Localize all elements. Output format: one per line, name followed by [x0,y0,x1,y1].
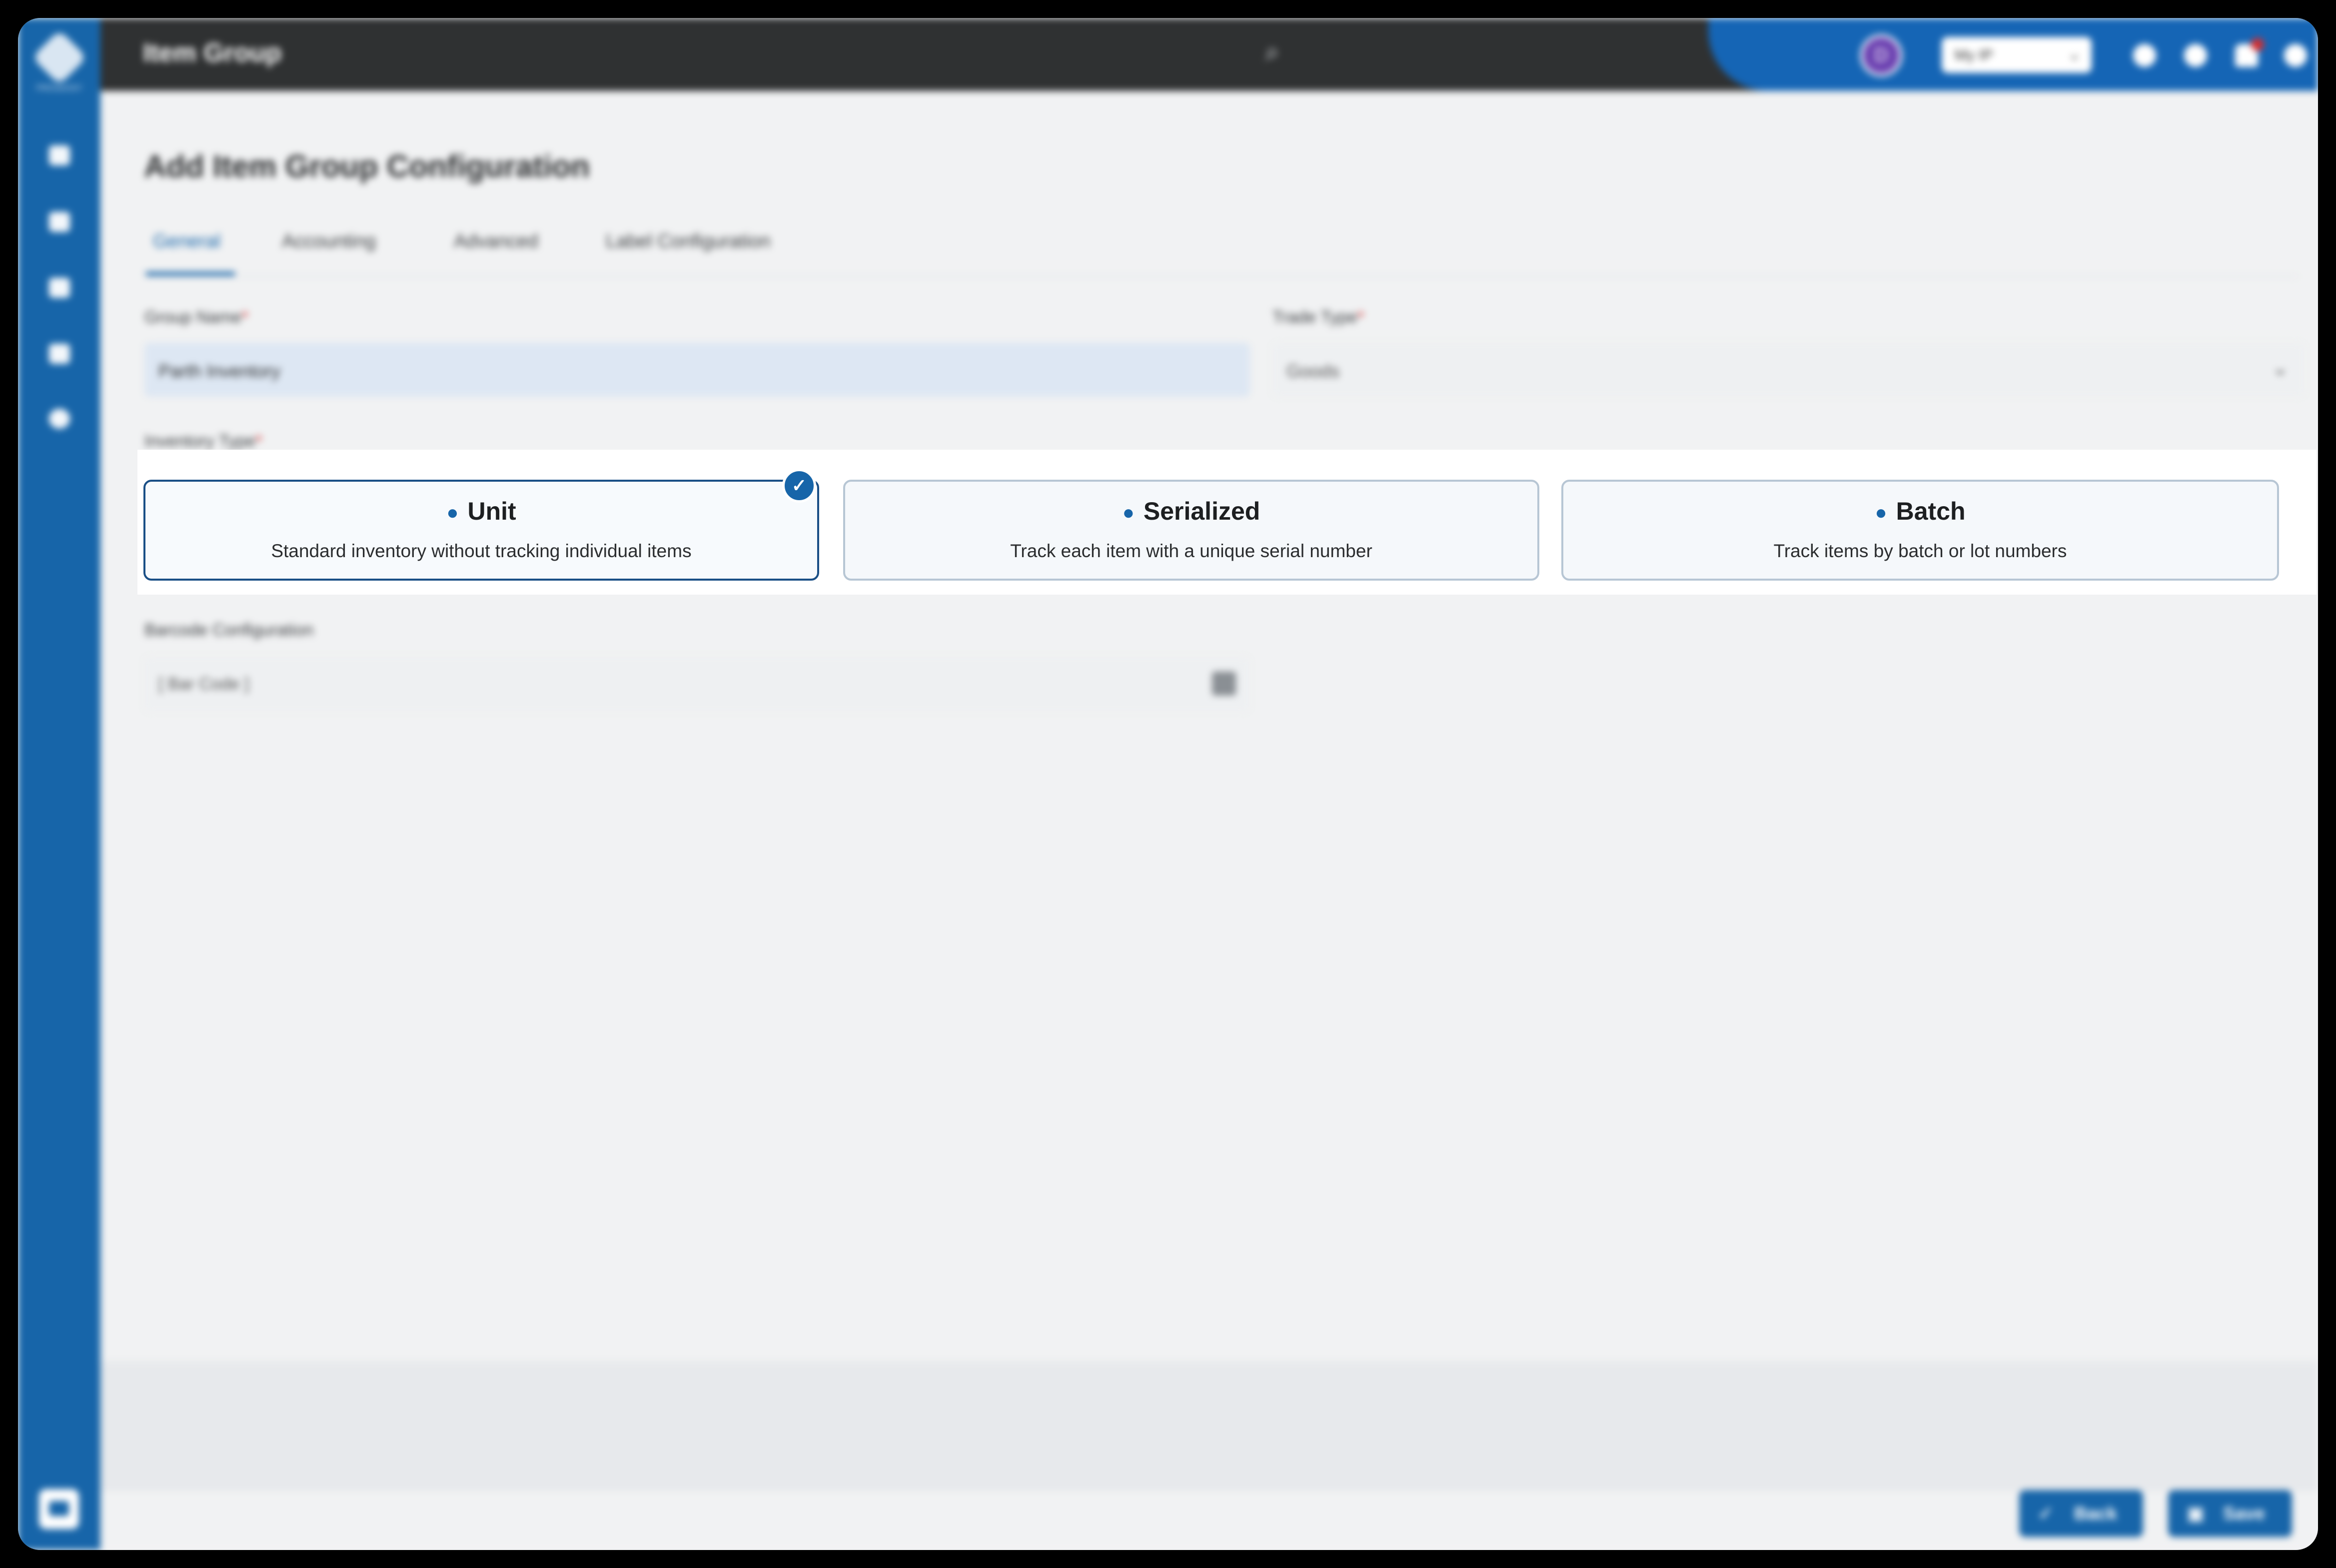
save-button-label: Save [2223,1503,2266,1524]
option-title: Batch [1896,497,1966,525]
group-name-value: Parth Inventory [158,361,281,381]
save-icon: ▣ [2187,1503,2205,1524]
barcode-input[interactable]: [ Bar Code ] [144,657,1250,712]
blurred-background: PRICEEASY Item Group ⌕ D My IP ⌄ Add Ite [18,18,2318,1550]
group-name-input[interactable]: Parth Inventory [144,343,1250,397]
back-button-label: Back [2074,1503,2118,1524]
top-bar: Item Group ⌕ D My IP ⌄ [100,18,2318,91]
module-title: Item Group [143,38,282,67]
inventory-type-label: Inventory Type* [144,432,262,451]
bullet-icon: ● [1122,502,1135,524]
branch-select[interactable]: My IP ⌄ [1942,37,2092,73]
option-description: Track each item with a unique serial num… [1010,541,1372,561]
chevron-down-icon: ⌄ [2272,357,2289,379]
footer-area [100,1361,2318,1550]
trade-type-value: Goods [1286,361,1340,381]
trade-type-label: Trade Type* [1272,308,1364,327]
chevron-down-icon: ⌄ [2068,46,2081,63]
inventory-option-unit[interactable]: ● Unit Standard inventory without trackin… [143,480,819,581]
app-logo[interactable]: PRICEEASY [31,29,87,93]
barcode-list-icon[interactable] [1212,672,1236,696]
sidebar: PRICEEASY [18,18,100,1550]
barcode-value: [ Bar Code ] [158,675,249,694]
documents-icon[interactable] [49,212,70,232]
bullet-icon: ● [1875,502,1887,524]
inventory-option-batch[interactable]: ● Batch Track items by batch or lot numbe… [1561,480,2279,581]
tab-general[interactable]: General [153,231,220,252]
settings-gear-icon[interactable] [49,409,70,429]
dashboard-icon[interactable] [49,145,70,165]
tabs-divider [145,276,2298,277]
selected-check-icon: ✓ [782,469,816,503]
option-title: Serialized [1143,497,1260,525]
inventory-icon[interactable] [49,344,70,364]
page-title: Add Item Group Configuration [144,149,590,184]
reports-icon[interactable] [49,278,70,298]
notification-badge [2251,38,2264,51]
inventory-type-panel: ● Unit Standard inventory without trackin… [137,450,2317,595]
tab-advanced[interactable]: Advanced [454,231,538,252]
search-icon[interactable]: ⌕ [1265,37,1295,67]
logo-text: PRICEEASY [36,84,82,92]
avatar[interactable]: D [1860,34,1902,76]
clock-icon[interactable] [2133,44,2156,67]
inventory-option-serialized[interactable]: ● Serialized Track each item with a uniqu… [843,480,1539,581]
logo-icon [31,29,87,85]
option-title: Unit [467,497,516,525]
back-button[interactable]: ✓ Back [2019,1490,2143,1537]
branch-select-value: My IP [1955,47,1993,63]
trade-type-select[interactable]: Goods ⌄ [1272,343,2305,397]
user-icon[interactable] [2284,44,2307,67]
bullet-icon: ● [446,502,459,524]
group-name-label: Group Name* [144,308,248,327]
help-icon[interactable] [2184,44,2207,67]
chat-button[interactable] [39,1489,79,1529]
barcode-configuration-label: Barcode Configuration [144,621,314,640]
option-description: Track items by batch or lot numbers [1773,541,2067,561]
check-icon: ✓ [2038,1503,2054,1524]
chat-icon [49,1501,69,1516]
app-window: PRICEEASY Item Group ⌕ D My IP ⌄ Add Ite [18,18,2318,1550]
save-button[interactable]: ▣ Save [2168,1490,2292,1537]
tab-accounting[interactable]: Accounting [282,231,376,252]
active-tab-indicator [145,272,235,276]
tab-label-configuration[interactable]: Label Configuration [606,231,771,252]
option-description: Standard inventory without tracking indi… [271,541,692,561]
